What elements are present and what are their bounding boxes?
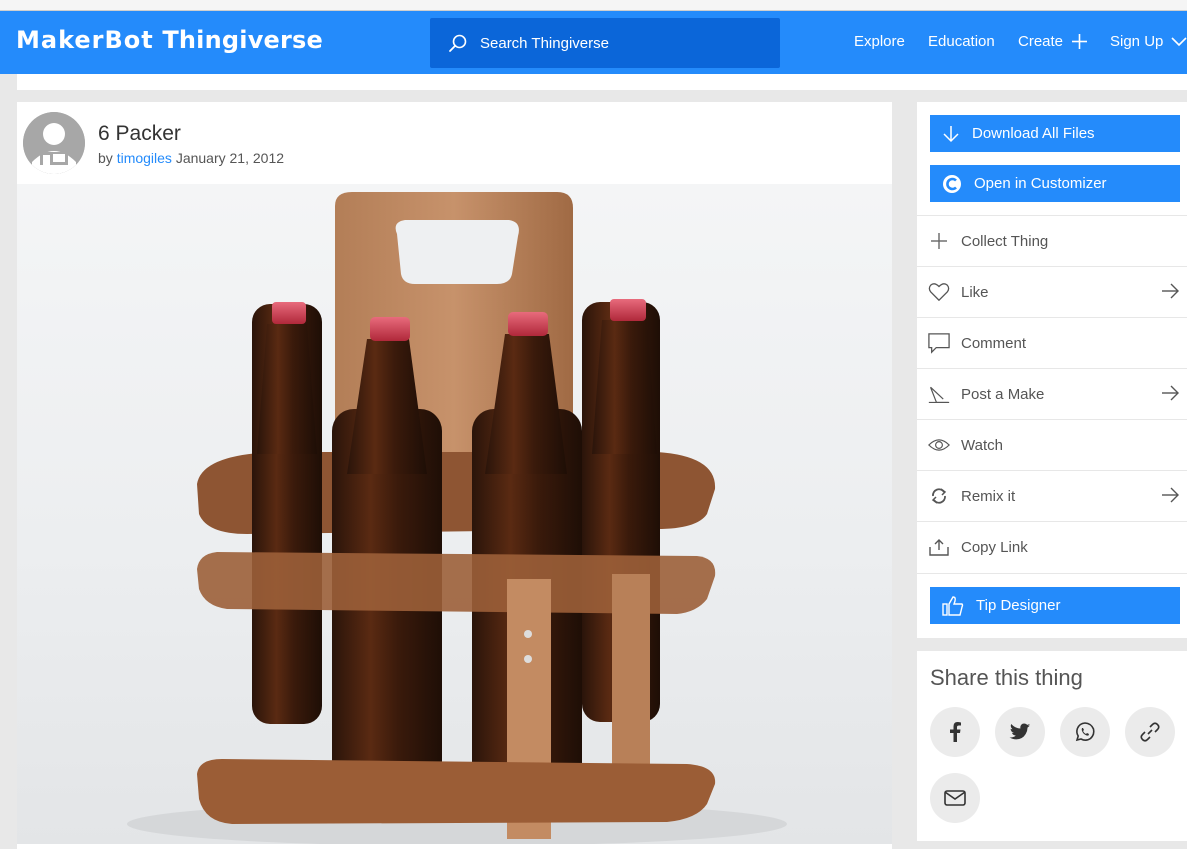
download-all-files-button[interactable]: Download All Files [930, 115, 1180, 152]
plus-icon [1072, 34, 1088, 49]
share-email-button[interactable] [930, 773, 980, 823]
copy-link-button[interactable]: Copy Link [917, 521, 1187, 572]
share-panel: Share this thing [917, 651, 1187, 841]
share-facebook-button[interactable] [930, 707, 980, 757]
search-icon [449, 34, 467, 52]
header-sub-strip [17, 74, 1187, 90]
tip-designer-button[interactable]: Tip Designer [930, 587, 1180, 624]
facebook-icon [950, 722, 961, 742]
author-link[interactable]: timogiles [117, 150, 172, 166]
thing-main-image[interactable] [17, 184, 892, 844]
watch-button[interactable]: Watch [917, 419, 1187, 470]
avatar[interactable] [23, 112, 85, 174]
like-label: Like [961, 283, 989, 301]
arrow-right-icon [1162, 283, 1179, 299]
arrow-right-icon [1162, 487, 1179, 503]
nav-education[interactable]: Education [928, 33, 995, 50]
remix-it-button[interactable]: Remix it [917, 470, 1187, 521]
nav-create[interactable]: Create [1018, 33, 1088, 50]
thing-byline: by timogiles January 21, 2012 [98, 150, 284, 166]
post-a-make-label: Post a Make [961, 385, 1045, 403]
chevron-down-icon [1171, 36, 1187, 46]
share-twitter-button[interactable] [995, 707, 1045, 757]
comment-label: Comment [961, 334, 1027, 352]
nav-signup[interactable]: Sign Up [1110, 33, 1187, 50]
download-arrow-icon [943, 125, 959, 142]
email-icon [944, 790, 966, 806]
nav-explore-label: Explore [854, 33, 905, 50]
eye-icon [928, 434, 950, 456]
link-icon [1140, 722, 1160, 742]
thumbs-up-icon [942, 595, 964, 616]
whatsapp-icon [1075, 722, 1095, 742]
search-input[interactable]: Search Thingiverse [430, 18, 780, 68]
site-header: MakerBot Thingiverse Search Thingiverse … [0, 11, 1187, 74]
nav-explore[interactable]: Explore [854, 33, 905, 50]
thing-actions-panel: Download All Files Open in Customizer Co… [917, 102, 1187, 638]
tip-designer-label: Tip Designer [976, 597, 1061, 614]
comment-button[interactable]: Comment [917, 317, 1187, 368]
copy-link-label: Copy Link [961, 538, 1028, 556]
logo-maker-text: MakerBot [16, 26, 154, 54]
thing-title: 6 Packer [98, 122, 181, 145]
collect-thing-label: Collect Thing [961, 232, 1049, 250]
nav-create-label: Create [1018, 33, 1064, 50]
like-button[interactable]: Like [917, 266, 1187, 317]
post-a-make-button[interactable]: Post a Make [917, 368, 1187, 419]
browser-top-edge [0, 0, 1187, 11]
pencil-icon [928, 383, 950, 405]
share-heading: Share this thing [930, 665, 1083, 690]
open-in-customizer-label: Open in Customizer [974, 175, 1107, 192]
twitter-icon [1009, 723, 1030, 740]
logo-thingiverse-text: Thingiverse [162, 26, 324, 54]
watch-label: Watch [961, 436, 1003, 454]
arrow-right-icon [1162, 385, 1179, 401]
makerbot-thingiverse-logo[interactable]: MakerBot Thingiverse [16, 26, 323, 54]
search-placeholder: Search Thingiverse [480, 34, 609, 52]
publish-date: January 21, 2012 [175, 150, 285, 166]
comment-icon [928, 332, 950, 354]
remix-icon [928, 485, 950, 507]
byline-prefix: by [98, 150, 113, 166]
open-in-customizer-button[interactable]: Open in Customizer [930, 165, 1180, 202]
share-upload-icon [928, 536, 950, 558]
plus-icon [928, 230, 950, 252]
heart-icon [928, 281, 950, 303]
customizer-icon [943, 174, 961, 193]
share-whatsapp-button[interactable] [1060, 707, 1110, 757]
share-link-button[interactable] [1125, 707, 1175, 757]
collect-thing-button[interactable]: Collect Thing [917, 215, 1187, 266]
nav-signup-label: Sign Up [1110, 33, 1164, 50]
nav-education-label: Education [928, 33, 995, 50]
download-all-files-label: Download All Files [972, 125, 1095, 142]
default-avatar-icon [23, 112, 85, 174]
thing-card: 6 Packer by timogiles January 21, 2012 [17, 102, 892, 849]
remix-it-label: Remix it [961, 487, 1016, 505]
six-pack-carrier-illustration [127, 192, 787, 844]
actions-divider [917, 573, 1187, 574]
